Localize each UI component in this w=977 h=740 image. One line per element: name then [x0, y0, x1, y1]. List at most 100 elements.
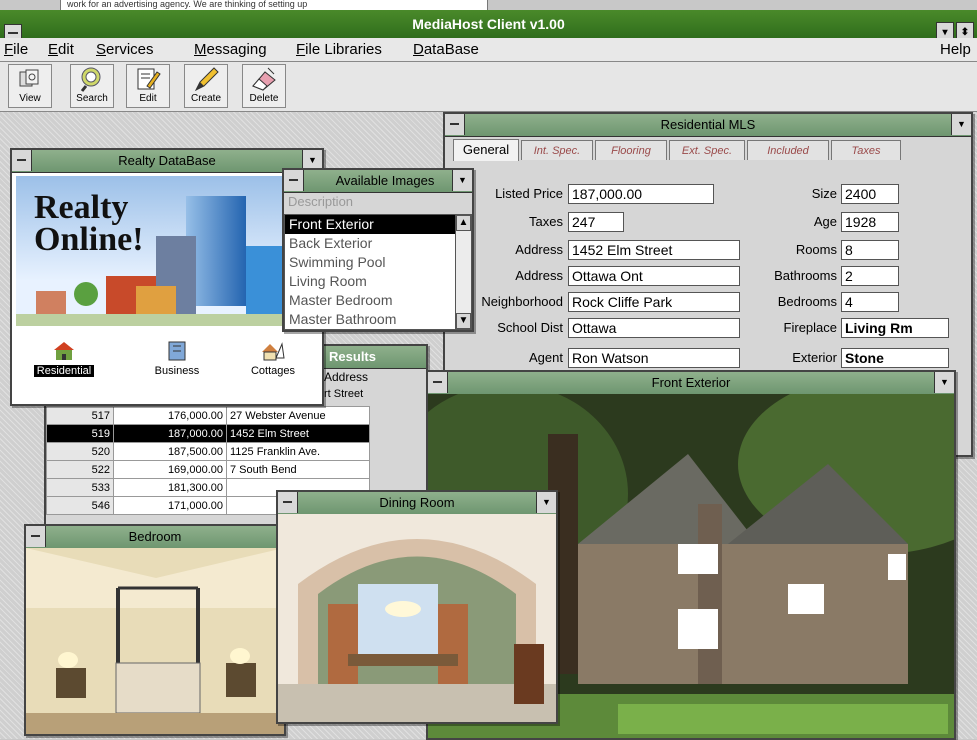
- create-button[interactable]: Create: [184, 64, 228, 108]
- bathrooms-field[interactable]: 2: [841, 266, 899, 286]
- images-listbox[interactable]: Front Exterior Back Exterior Swimming Pool…: [284, 214, 472, 330]
- table-cell-price: 171,000.00: [113, 496, 227, 515]
- edit-button[interactable]: Edit: [126, 64, 170, 108]
- app-title: MediaHost Client v1.00: [412, 16, 565, 32]
- table-row[interactable]: 519 187,000.00 1452 Elm Street: [46, 424, 370, 443]
- list-item[interactable]: Swimming Pool: [285, 253, 471, 272]
- chevron-down-icon[interactable]: ▼: [934, 372, 954, 393]
- list-item[interactable]: Master Bathroom: [285, 310, 471, 329]
- list-item[interactable]: Back Exterior: [285, 234, 471, 253]
- chevron-down-icon[interactable]: ▼: [536, 492, 556, 513]
- cottage-icon: [262, 342, 285, 361]
- tab-general[interactable]: General: [453, 139, 519, 161]
- neighborhood-field[interactable]: Rock Cliffe Park: [568, 292, 740, 312]
- edit-icon: [127, 65, 169, 93]
- delete-button[interactable]: Delete: [242, 64, 286, 108]
- available-images-window: Available Images ▼ Description Front Ext…: [282, 168, 474, 332]
- window-menu-icon[interactable]: [445, 114, 465, 135]
- chevron-down-icon[interactable]: ▼: [452, 170, 472, 191]
- images-list-header: Description: [288, 194, 354, 209]
- table-row[interactable]: 522 169,000.00 7 South Bend: [46, 460, 370, 479]
- logo-text-line2: Online!: [34, 221, 144, 258]
- chevron-down-icon[interactable]: ▼: [951, 114, 971, 135]
- bedrooms-field[interactable]: 4: [841, 292, 899, 312]
- bedroom-photo: [26, 548, 284, 734]
- office-building-icon: [168, 341, 186, 361]
- search-icon: [71, 65, 113, 93]
- residential-button[interactable]: Residential: [34, 340, 94, 377]
- list-item[interactable]: Master Bedroom: [285, 291, 471, 310]
- exterior-field[interactable]: Stone: [841, 348, 949, 368]
- listed-price-field[interactable]: 187,000.00: [568, 184, 714, 204]
- menu-database[interactable]: DataBase: [413, 41, 479, 58]
- menu-services[interactable]: Services: [96, 41, 154, 58]
- view-button[interactable]: View: [8, 64, 52, 108]
- realty-database-window: Realty DataBase ▼ Realty Online! Residen…: [10, 148, 324, 406]
- tab-included[interactable]: Included: [747, 140, 829, 160]
- size-field[interactable]: 2400: [841, 184, 899, 204]
- field-label-age: Age: [813, 214, 837, 229]
- address-line1-field[interactable]: 1452 Elm Street: [568, 240, 740, 260]
- pencil-icon: [185, 65, 227, 93]
- menu-messaging[interactable]: Messaging: [194, 41, 267, 58]
- realty-title: Realty DataBase: [118, 153, 216, 168]
- taxes-field[interactable]: 247: [568, 212, 624, 232]
- images-title-bar[interactable]: Available Images ▼: [284, 170, 472, 193]
- dining-room-title: Dining Room: [379, 495, 455, 510]
- list-item[interactable]: Living Room: [285, 272, 471, 291]
- view-icon: [9, 65, 51, 93]
- table-cell-id: 517: [46, 406, 114, 425]
- rooms-field[interactable]: 8: [841, 240, 899, 260]
- agent-field[interactable]: Ron Watson: [568, 348, 740, 368]
- menu-help[interactable]: Help: [940, 41, 971, 58]
- menu-file-libraries[interactable]: File Libraries: [296, 41, 382, 58]
- table-cell-id: 519: [46, 424, 114, 443]
- table-cell-price: 187,500.00: [113, 442, 227, 461]
- table-cell-price: 176,000.00: [113, 406, 227, 425]
- list-item[interactable]: Front Exterior: [285, 215, 471, 234]
- table-cell-id: 522: [46, 460, 114, 479]
- realty-title-bar[interactable]: Realty DataBase ▼: [12, 150, 322, 173]
- field-label-bathrooms: Bathrooms: [774, 268, 837, 283]
- table-cell-price: 169,000.00: [113, 460, 227, 479]
- scroll-down-icon[interactable]: ▼: [456, 313, 471, 329]
- tab-int-spec[interactable]: Int. Spec.: [521, 140, 593, 160]
- dining-room-title-bar[interactable]: Dining Room ▼: [278, 492, 556, 515]
- results-title: Results: [329, 349, 376, 364]
- tab-ext-spec[interactable]: Ext. Spec.: [669, 140, 745, 160]
- table-cell-address: 1125 Franklin Ave.: [226, 442, 370, 461]
- school-district-field[interactable]: Ottawa: [568, 318, 740, 338]
- tab-flooring[interactable]: Flooring: [595, 140, 667, 160]
- field-label-fireplace: Fireplace: [783, 320, 837, 335]
- window-menu-icon[interactable]: [278, 492, 298, 513]
- business-button[interactable]: Business: [142, 340, 212, 377]
- address-line2-field[interactable]: Ottawa Ont: [568, 266, 740, 286]
- images-scrollbar[interactable]: ▲ ▼: [455, 215, 471, 329]
- table-cell-price: 187,000.00: [113, 424, 227, 443]
- age-field[interactable]: 1928: [841, 212, 899, 232]
- front-exterior-title-bar[interactable]: Front Exterior ▼: [428, 372, 954, 395]
- fireplace-field[interactable]: Living Rm: [841, 318, 949, 338]
- table-row[interactable]: 517 176,000.00 27 Webster Avenue: [46, 406, 370, 425]
- field-label-exterior: Exterior: [792, 350, 837, 365]
- realty-logo: Realty Online!: [16, 176, 316, 326]
- menu-edit[interactable]: Edit: [48, 41, 74, 58]
- table-row[interactable]: 520 187,500.00 1125 Franklin Ave.: [46, 442, 370, 461]
- table-cell-price: 181,300.00: [113, 478, 227, 497]
- mls-title-bar[interactable]: Residential MLS ▼: [445, 114, 971, 137]
- window-menu-icon[interactable]: [12, 150, 32, 171]
- scroll-up-icon[interactable]: ▲: [456, 215, 471, 231]
- bedroom-title: Bedroom: [128, 529, 182, 544]
- table-cell-address: 1452 Elm Street: [226, 424, 370, 443]
- window-menu-icon[interactable]: [26, 526, 46, 547]
- dining-room-window: Dining Room ▼: [276, 490, 558, 724]
- menu-file[interactable]: File: [4, 41, 28, 58]
- table-cell-id: 520: [46, 442, 114, 461]
- cottages-button[interactable]: Cottages: [238, 340, 308, 377]
- search-button[interactable]: Search: [70, 64, 114, 108]
- results-partial-row: rt Street: [324, 388, 364, 400]
- bedroom-title-bar[interactable]: Bedroom: [26, 526, 284, 549]
- window-menu-icon[interactable]: [284, 170, 304, 191]
- tab-taxes[interactable]: Taxes: [831, 140, 901, 160]
- window-menu-icon[interactable]: [428, 372, 448, 393]
